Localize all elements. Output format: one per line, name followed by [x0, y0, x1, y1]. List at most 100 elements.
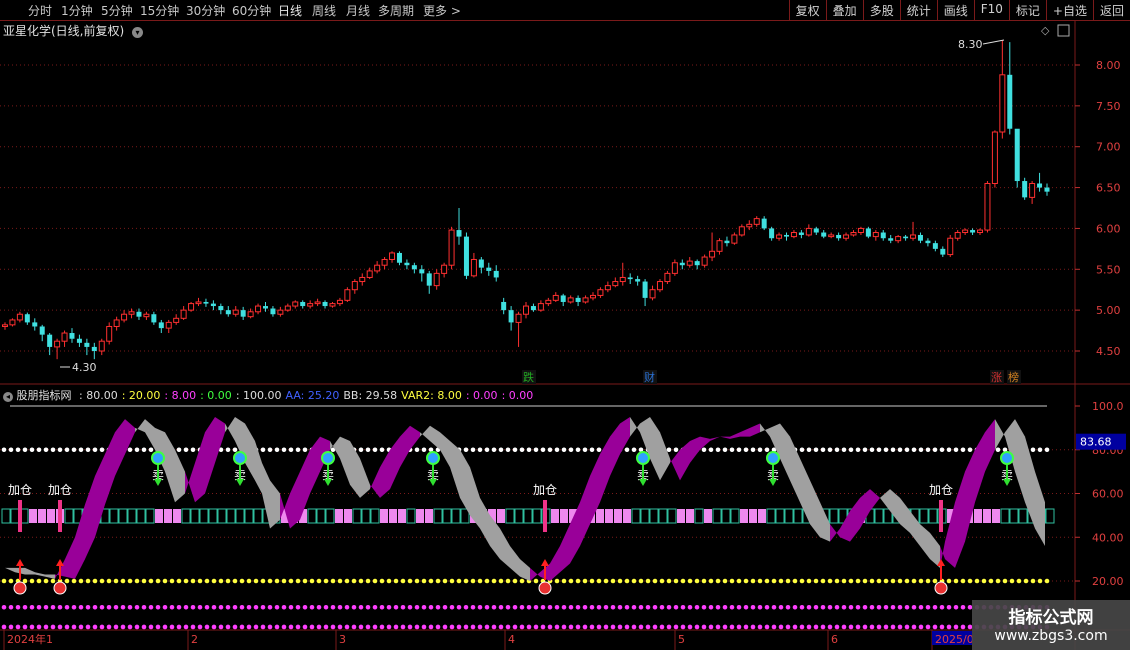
dot-level-80: [911, 447, 917, 453]
dot-level-8: [99, 604, 105, 610]
oscillator-ribbon: [690, 436, 700, 463]
dot-level-0: [36, 624, 42, 630]
period-tab[interactable]: 5分钟: [101, 2, 133, 19]
band-cell: [47, 509, 55, 523]
dot-level-20: [99, 578, 105, 584]
oscillator-ribbon: [810, 480, 820, 538]
dot-level-8: [582, 604, 588, 610]
dot-level-8: [344, 604, 350, 610]
band-cell: [361, 508, 371, 524]
candle-body: [686, 260, 693, 266]
candle-body: [1029, 182, 1036, 198]
dot-level-8: [8, 604, 14, 610]
band-cell: [694, 508, 704, 524]
band-cell: [442, 508, 452, 524]
dot-level-20: [176, 578, 182, 584]
dot-level-20: [484, 578, 490, 584]
dot-level-0: [421, 624, 427, 630]
dot-level-8: [575, 604, 581, 610]
dot-level-20: [316, 578, 322, 584]
candle-body: [984, 182, 991, 231]
toolbar-button[interactable]: 多股: [862, 0, 900, 20]
dot-level-80: [295, 447, 301, 453]
band-cell: [749, 509, 757, 523]
oscillator-ribbon: [560, 524, 570, 573]
dot-level-8: [547, 604, 553, 610]
period-tab[interactable]: 更多 >: [423, 2, 461, 19]
period-tab[interactable]: 多周期: [378, 2, 414, 19]
toolbar-button[interactable]: 画线: [936, 0, 974, 20]
dot-level-8: [15, 604, 21, 610]
candle-body: [515, 313, 522, 323]
dot-level-0: [288, 624, 294, 630]
dot-level-80: [526, 447, 532, 453]
candle-body: [113, 319, 120, 327]
dot-level-0: [722, 624, 728, 630]
dot-level-80: [134, 447, 140, 453]
oscillator-ribbon: [245, 423, 255, 481]
dot-level-8: [533, 604, 539, 610]
toolbar-button[interactable]: +自选: [1045, 0, 1093, 20]
dot-level-8: [813, 604, 819, 610]
period-tab[interactable]: 1分钟: [61, 2, 93, 19]
candle-body: [210, 303, 216, 307]
candle-body: [61, 332, 68, 342]
oscillator-ribbon: [580, 476, 590, 546]
band-cell: [226, 508, 236, 524]
band-cell: [928, 508, 938, 524]
dot-level-8: [267, 604, 273, 610]
dot-level-80: [764, 447, 770, 453]
period-tab[interactable]: 分时: [28, 2, 52, 19]
band-cell: [451, 508, 461, 524]
oscillator-ribbon: [340, 436, 350, 485]
dot-level-8: [953, 604, 959, 610]
oscillator-ribbon: [135, 419, 145, 433]
oscillator-ribbon: [195, 432, 205, 503]
dot-level-80: [666, 447, 672, 453]
period-tab[interactable]: 月线: [346, 2, 370, 19]
oscillator-ribbon: [370, 467, 380, 498]
period-tab[interactable]: 周线: [312, 2, 336, 19]
candle-body: [9, 319, 16, 326]
toolbar-button[interactable]: 返回: [1092, 0, 1130, 20]
period-tab[interactable]: 日线: [278, 2, 302, 19]
oscillator-ribbon: [660, 432, 670, 481]
dot-level-80: [904, 447, 910, 453]
oscillator-ribbon: [830, 524, 840, 542]
candle-body: [798, 232, 804, 235]
toolbar-button[interactable]: 叠加: [825, 0, 863, 20]
dot-level-8: [260, 604, 266, 610]
oscillator-ribbon: [440, 432, 450, 468]
dot-level-8: [155, 604, 161, 610]
dot-level-0: [890, 624, 896, 630]
candle-body: [255, 305, 262, 313]
toolbar-button[interactable]: 复权: [788, 0, 826, 20]
period-tab[interactable]: 15分钟: [140, 2, 179, 19]
dot-level-20: [799, 578, 805, 584]
dot-level-8: [421, 604, 427, 610]
dot-level-8: [141, 604, 147, 610]
dot-level-0: [295, 624, 301, 630]
candle-body: [203, 301, 209, 304]
dot-level-0: [568, 624, 574, 630]
buy-signal-icon: [13, 581, 27, 595]
toolbar-button[interactable]: F10: [973, 0, 1009, 20]
toolbar-button[interactable]: 标记: [1008, 0, 1046, 20]
dot-level-20: [981, 578, 987, 584]
dot-level-20: [1016, 578, 1022, 584]
oscillator-ribbon: [550, 546, 560, 581]
candle-body: [790, 232, 797, 238]
dot-level-20: [253, 578, 259, 584]
dot-level-8: [127, 604, 133, 610]
band-cell: [983, 509, 991, 523]
dot-level-0: [120, 624, 126, 630]
event-badge: 跌: [523, 370, 534, 384]
period-tab[interactable]: 60分钟: [232, 2, 271, 19]
oscillator-ribbon: [145, 419, 155, 450]
dot-level-80: [512, 447, 518, 453]
period-tab[interactable]: 30分钟: [186, 2, 225, 19]
dot-level-20: [302, 578, 308, 584]
dot-level-20: [610, 578, 616, 584]
toolbar-button[interactable]: 统计: [899, 0, 937, 20]
add-position-label: 加仓: [533, 483, 557, 497]
